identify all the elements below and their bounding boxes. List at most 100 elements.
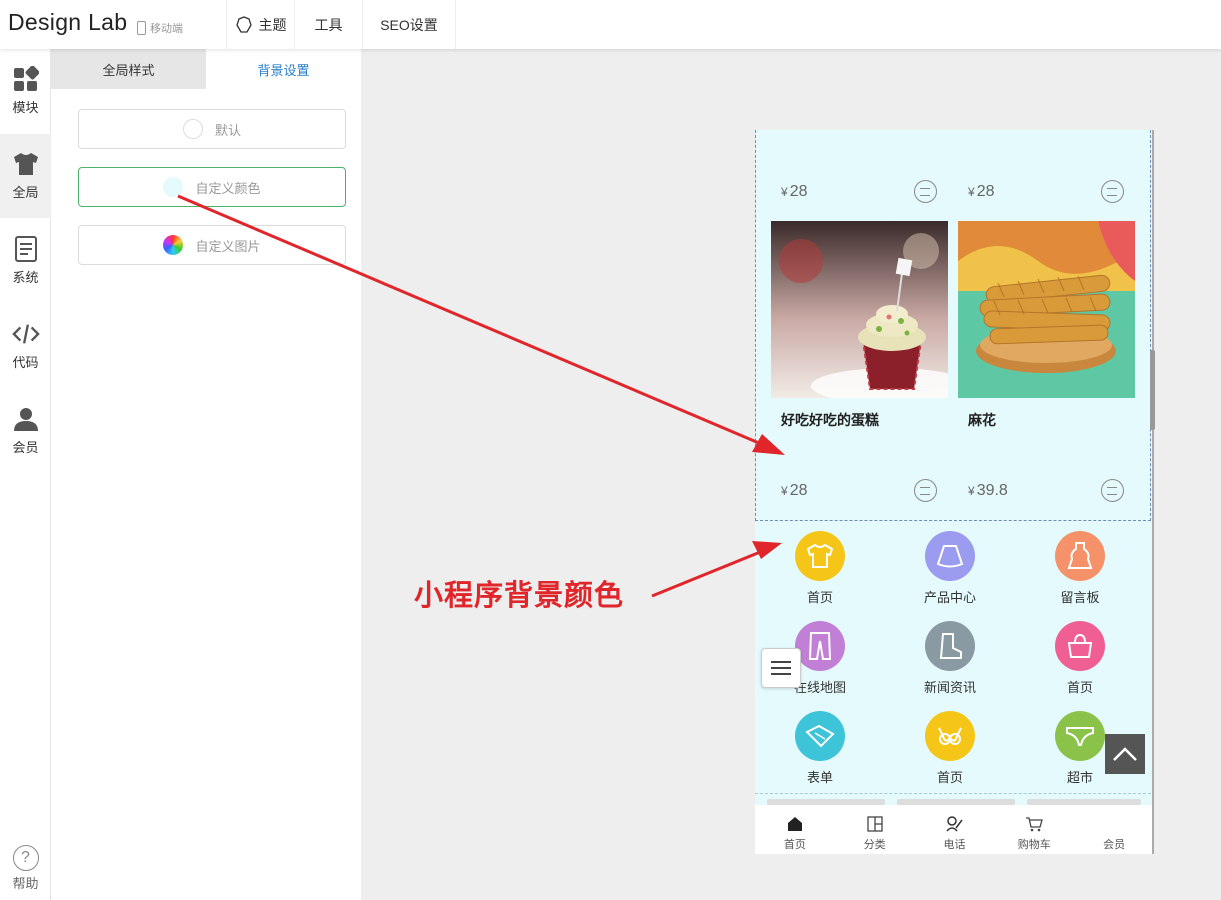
nav-seo[interactable]: SEO设置 [362,0,456,49]
bra-icon [925,711,975,761]
product-name[interactable]: 麻花 [968,410,996,430]
grid-item[interactable]: 新闻资讯 [885,621,1015,696]
dress-icon [1055,531,1105,581]
modules-icon [12,65,40,93]
tabbar-label: 分类 [863,839,886,851]
sidebar-item-label: 全局 [12,185,39,200]
tabbar-phone[interactable]: 电话 [915,805,995,854]
top-bar: Design Lab 移动端 主题 工具 SEO设置 [0,0,1221,49]
grid-item-label: 在线地图 [793,680,846,695]
bag-icon [1055,621,1105,671]
preview-scrollbar[interactable] [1150,350,1155,430]
skirt-icon [925,531,975,581]
add-cart-icon[interactable] [914,180,937,203]
mobile-phone-icon [137,21,146,35]
product-name[interactable]: 好吃好吃的蛋糕 [781,410,879,430]
underwear-icon [1055,711,1105,761]
category-icon [866,815,884,833]
sidebar-item-label: 系统 [12,270,39,285]
tabbar-label: 会员 [1103,839,1126,851]
menu-icon-bar [771,673,791,675]
sidebar-item-global[interactable]: 全局 [0,134,51,218]
nav-seo-label: SEO设置 [380,16,438,33]
home-icon [786,815,804,833]
color-wheel-icon [163,235,184,255]
tabbar-cart[interactable]: 购物车 [994,805,1074,854]
user-icon [12,405,40,433]
bg-option-custom-color[interactable]: 自定义颜色 [78,167,346,207]
grid-item[interactable]: 首页 [755,531,885,606]
sidebar-item-member[interactable]: 会员 [0,389,51,473]
add-cart-icon[interactable] [914,479,937,502]
grid-item-label: 产品中心 [923,590,976,605]
bg-option-label: 自定义图片 [195,238,261,254]
sidebar-item-label: 代码 [12,355,39,370]
document-icon [12,235,40,263]
nav-theme-label: 主题 [258,16,287,33]
pants-icon [795,621,845,671]
top-nav: 主题 工具 SEO设置 [226,0,456,49]
mini-program-preview: ¥28 ¥28 好吃好吃的蛋糕 ¥ 28 麻花 ¥ 39.8 首页 产品中心 留… [755,130,1154,854]
help-button[interactable]: ? 帮助 [0,845,51,892]
grid-item-label: 超市 [1066,770,1093,785]
sidebar-item-modules[interactable]: 模块 [0,49,51,133]
grid-item[interactable]: 首页 [885,711,1015,786]
shirt-icon [795,531,845,581]
grid-item-label: 首页 [806,590,833,605]
product-image-cupcake[interactable] [771,221,948,398]
boot-icon [925,621,975,671]
app-logo[interactable]: Design Lab [8,9,127,36]
bottom-tabbar: 首页 分类 电话 购物车 会员 [755,805,1152,854]
settings-panel: 全局样式 背景设置 默认 自定义颜色 自定义图片 [51,49,361,900]
product-price: ¥28 [781,482,808,499]
help-icon: ? [12,845,39,871]
menu-icon-bar [771,661,791,663]
sidebar-item-system[interactable]: 系统 [0,219,51,303]
grid-item-label: 表单 [806,770,833,785]
product-image-mahua[interactable] [958,221,1135,398]
phone-icon [945,815,964,833]
tabbar-category[interactable]: 分类 [835,805,915,854]
tabbar-member[interactable]: 会员 [1074,805,1152,854]
mobile-view-label: 移动端 [150,23,183,35]
default-swatch-icon [182,119,203,139]
grid-item[interactable]: 首页 [1015,621,1145,696]
color-swatch-icon [163,177,184,197]
left-rail: 模块 全局 系统 代码 会员 [0,49,51,900]
grid-item[interactable]: 表单 [755,711,885,786]
tag-icon [795,711,845,761]
sidebar-item-label: 模块 [12,100,39,115]
product-price: ¥28 [968,183,995,200]
product-list-block[interactable]: ¥28 ¥28 好吃好吃的蛋糕 ¥ 28 麻花 ¥ 39.8 [755,130,1151,521]
theme-icon [235,15,252,33]
next-section-strip [755,793,1151,805]
tabbar-label: 购物车 [1017,839,1051,851]
menu-icon-bar [771,667,791,669]
chevron-up-icon [1113,747,1137,761]
floating-menu-button[interactable] [761,648,801,688]
product-price: ¥28 [781,183,808,200]
nav-tools[interactable]: 工具 [294,0,362,49]
nav-theme[interactable]: 主题 [226,0,294,49]
tab-background-settings[interactable]: 背景设置 [206,49,361,89]
tabbar-label: 电话 [943,839,966,851]
panel-tabs: 全局样式 背景设置 [51,49,361,89]
bg-option-custom-image[interactable]: 自定义图片 [78,225,346,265]
add-cart-icon[interactable] [1101,479,1124,502]
grid-item-label: 首页 [1066,680,1093,695]
bg-option-default[interactable]: 默认 [78,109,346,149]
tab-global-style[interactable]: 全局样式 [51,49,206,89]
sidebar-item-code[interactable]: 代码 [0,304,51,388]
grid-item[interactable]: 留言板 [1015,531,1145,606]
tabbar-home[interactable]: 首页 [755,805,835,854]
product-price: ¥39.8 [968,482,1008,499]
grid-item[interactable]: 产品中心 [885,531,1015,606]
grid-item-label: 留言板 [1060,590,1100,605]
annotation-arrow [651,546,771,598]
nav-tools-label: 工具 [314,16,343,33]
back-to-top-button[interactable] [1105,734,1145,774]
code-icon [11,320,40,348]
add-cart-icon[interactable] [1101,180,1124,203]
shirt-icon [12,150,40,178]
mobile-view-button[interactable]: 移动端 [137,20,183,36]
